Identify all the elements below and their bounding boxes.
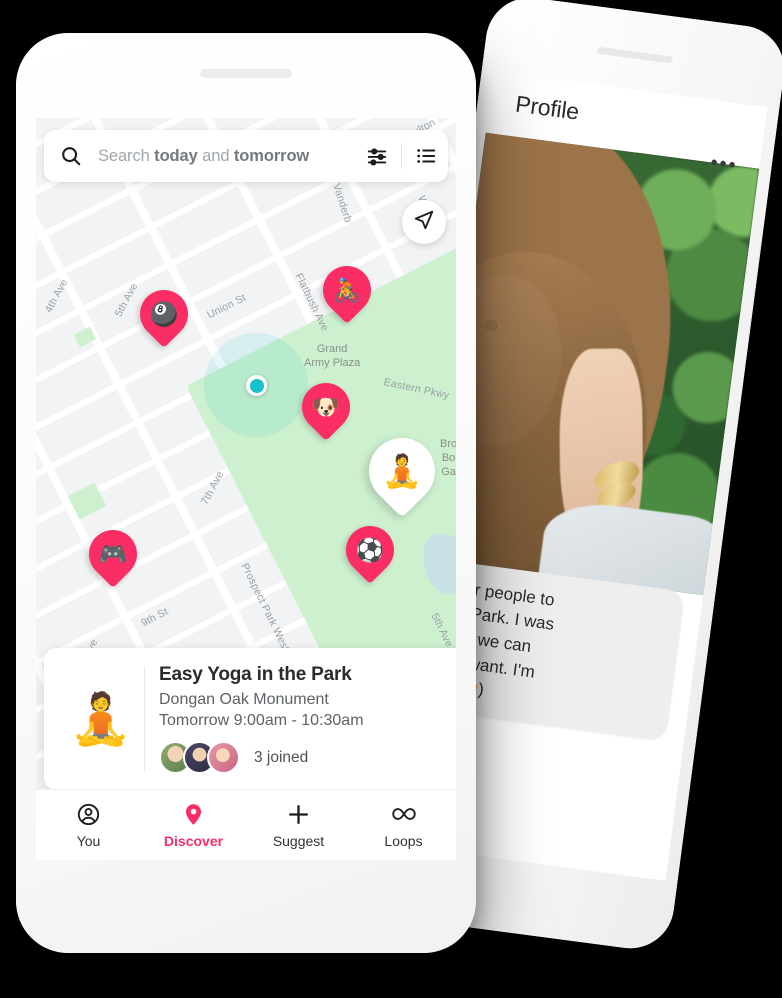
front-phone-shell: FultonVanderbWashinatbuFlatbush Ave4th A… [16,33,476,953]
profile-title: Profile [513,90,581,125]
tab-you[interactable]: You [36,790,141,860]
event-time: Tomorrow 9:00am - 10:30am [159,712,364,730]
tab-suggest[interactable]: Suggest [246,790,351,860]
tab-discover[interactable]: Discover [141,790,246,860]
pin-gaming[interactable]: 🎮 [79,520,147,592]
event-card-body: Easy Yoga in the Park Dongan Oak Monumen… [159,664,456,774]
front-phone-speaker-grille [200,69,292,78]
tab-label: You [76,833,101,849]
pin-emoji: ⚽ [355,536,385,563]
search-input[interactable]: Search today and tomorrow [98,147,355,166]
event-card[interactable]: 🧘 Easy Yoga in the Park Dongan Oak Monum… [44,647,456,790]
event-card-divider [144,665,145,772]
map-pin-icon [181,801,206,827]
pin-emoji: 🧘 [382,453,422,489]
pin-emoji: 🎱 [149,300,179,327]
front-phone-device: FultonVanderbWashinatbuFlatbush Ave4th A… [16,33,476,953]
event-card-emoji: 🧘 [69,690,133,747]
avatar[interactable] [207,741,240,774]
pin-emoji: 🚴 [332,276,362,303]
search-bar-divider [401,143,402,169]
search-placeholder-tomorrow: tomorrow [233,146,310,165]
pin-soccer[interactable]: ⚽ [336,516,404,588]
pin-emoji: 🐶 [311,393,341,420]
pin-billiards[interactable]: 🎱 [130,280,198,352]
pin-cycling[interactable]: 🚴 [313,256,381,328]
bottom-tab-bar[interactable]: You Discover Suggest Loops [36,789,456,860]
search-placeholder-mid: and [197,146,234,165]
back-phone-side-button-1[interactable] [753,241,765,294]
pin-emoji: 🎮 [98,540,128,567]
search-placeholder-prefix: Search [98,146,155,165]
navigate-arrow-icon [413,209,435,236]
tab-label: Suggest [272,833,325,849]
infinity-icon [389,801,419,827]
search-bar[interactable]: Search today and tomorrow [44,130,448,182]
back-phone-speaker-grille [596,46,674,64]
event-title: Easy Yoga in the Park [159,663,352,685]
search-placeholder-today: today [154,146,198,165]
pin-yoga[interactable]: 🧘 [355,424,449,524]
map-place-label: Grand Army Plaza [304,343,361,369]
joined-count-label: 3 joined [254,748,309,766]
location-dot-core [249,378,264,393]
search-icon [60,145,82,167]
screenshot-stage: Profile ••• her people to ct Park. I was… [0,0,782,998]
person-circle-icon [76,801,101,827]
locate-me-button[interactable] [402,200,446,244]
plus-icon [286,801,311,827]
back-phone-side-button-2[interactable] [744,314,756,368]
tab-label: Loops [384,833,423,849]
more-options-icon[interactable]: ••• [709,151,739,176]
tab-loops[interactable]: Loops [351,790,456,860]
tab-label: Discover [163,833,224,849]
event-location: Dongan Oak Monument [159,690,329,708]
profile-portrait-photo [429,132,760,596]
sliders-filter-icon[interactable] [355,145,399,167]
event-attendees[interactable]: 3 joined [159,741,456,774]
pin-dog[interactable]: 🐶 [292,373,360,445]
map-place-label: Bro Bo Ga [440,438,456,478]
attendee-avatars[interactable] [159,741,240,774]
list-view-icon[interactable] [404,145,448,167]
front-phone-screen: FultonVanderbWashinatbuFlatbush Ave4th A… [36,118,456,860]
